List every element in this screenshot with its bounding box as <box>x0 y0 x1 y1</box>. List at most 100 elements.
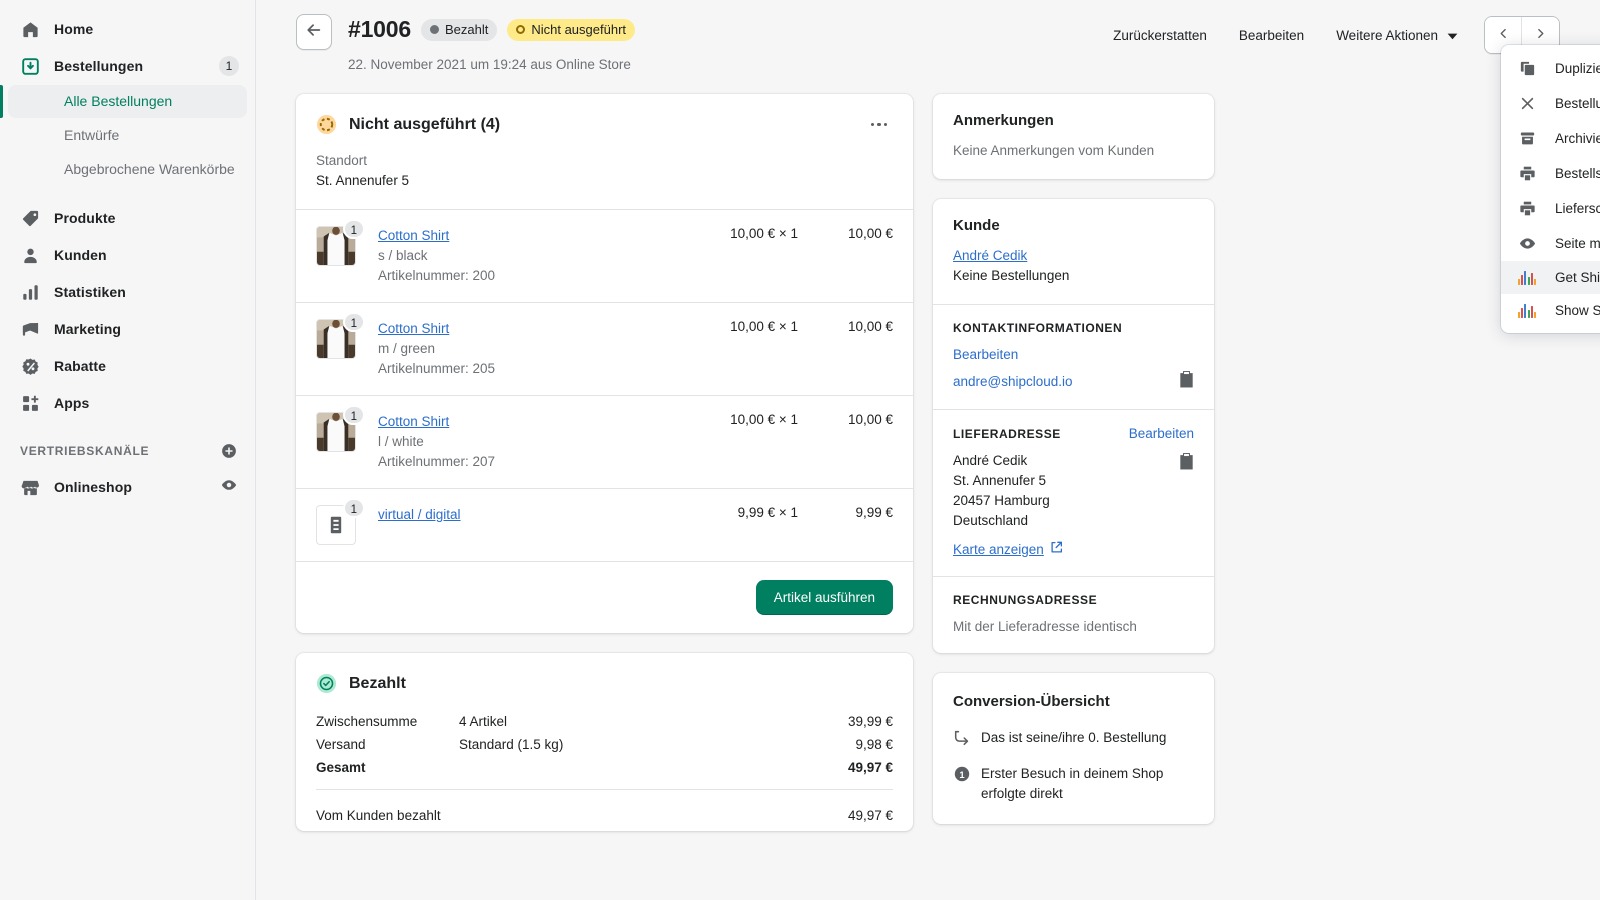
line-item-info: virtual / digital <box>378 505 668 524</box>
line-total: 10,00 € <box>798 319 893 334</box>
number-one-icon: 1 <box>953 765 971 788</box>
status-badge-label: Nicht ausgeführt <box>531 22 626 37</box>
more-actions-menu: Duplizieren Bestellung stornieren Archiv… <box>1501 45 1600 333</box>
show-map-link[interactable]: Karte anzeigen <box>953 540 1044 560</box>
address-line: 20457 Hamburg <box>953 491 1194 511</box>
header-actions: Zurückerstatten Bearbeiten Weitere Aktio… <box>1097 14 1560 54</box>
map-link-row[interactable]: Karte anzeigen <box>953 540 1194 560</box>
variant-label: m / green <box>378 339 668 359</box>
conversion-row: 1 Erster Besuch in deinem Shop erfolgte … <box>953 764 1194 804</box>
sidebar-item-entwuerfe[interactable]: Entwürfe <box>8 119 247 152</box>
sidebar-subitem-label: Alle Bestellungen <box>64 92 172 111</box>
apps-icon <box>20 393 40 413</box>
location-block: Standort St. Annenufer 5 <box>296 135 913 191</box>
sidebar-item-alle-bestellungen[interactable]: Alle Bestellungen <box>8 85 247 118</box>
menu-item-get-shipping-label[interactable]: Get Shipping Label <box>1501 261 1600 294</box>
quantity-badge: 1 <box>343 498 365 518</box>
sidebar-item-home[interactable]: Home <box>8 11 247 47</box>
edit-button[interactable]: Bearbeiten <box>1223 20 1320 51</box>
status-dot <box>516 25 525 34</box>
menu-item-label: Show Shipping Label <box>1555 303 1600 318</box>
product-link[interactable]: Cotton Shirt <box>378 412 449 431</box>
contact-edit-link[interactable]: Bearbeiten <box>953 345 1018 365</box>
menu-item-lieferscheine-drucken[interactable]: Lieferscheine drucken <box>1501 191 1600 226</box>
sidebar-item-abgebrochene-warenkoerbe[interactable]: Abgebrochene Warenkörbe <box>8 153 247 186</box>
copy-icon[interactable] <box>1179 371 1194 393</box>
customer-email-link[interactable]: andre@shipcloud.io <box>953 372 1073 392</box>
menu-item-archivieren[interactable]: Archivieren <box>1501 121 1600 156</box>
shipcloud-icon <box>1517 303 1537 318</box>
summary-row: Zwischensumme 4 Artikel 39,99 € <box>316 714 893 729</box>
more-actions-button[interactable]: Weitere Aktionen <box>1320 20 1474 51</box>
fulfill-items-button[interactable]: Artikel ausführen <box>756 580 893 615</box>
summary-amount: 9,98 € <box>773 737 893 752</box>
content-wrapper: #1006 Bezahlt Nicht ausgeführt 22. Novem… <box>296 0 1560 851</box>
sidebar-item-apps[interactable]: Apps <box>8 385 247 421</box>
sidebar-item-marketing[interactable]: Marketing <box>8 311 247 347</box>
menu-item-label: Lieferscheine drucken <box>1555 201 1600 216</box>
customer-card: Kunde André Cedik Keine Bestellungen KON… <box>933 199 1214 653</box>
sidebar-item-kunden[interactable]: Kunden <box>8 237 247 273</box>
product-link[interactable]: Cotton Shirt <box>378 226 449 245</box>
print-icon <box>1517 165 1537 182</box>
customer-name-link[interactable]: André Cedik <box>953 246 1027 266</box>
summary-detail: Standard (1.5 kg) <box>459 737 773 752</box>
sidebar-item-produkte[interactable]: Produkte <box>8 200 247 236</box>
refund-button[interactable]: Zurückerstatten <box>1097 20 1223 51</box>
more-actions-label: Weitere Aktionen <box>1336 28 1438 43</box>
return-arrow-icon <box>953 729 971 752</box>
conversion-row: Das ist seine/ihre 0. Bestellung <box>953 728 1194 752</box>
sidebar-item-label: Statistiken <box>54 284 126 300</box>
menu-item-label: Get Shipping Label <box>1555 270 1600 285</box>
divider <box>316 789 893 790</box>
menu-item-label: Bestellseite drucken <box>1555 166 1600 181</box>
tag-icon <box>20 208 40 228</box>
shipping-edit-link[interactable]: Bearbeiten <box>1129 426 1194 441</box>
bar-chart-icon <box>20 282 40 302</box>
customer-body: André Cedik Keine Bestellungen <box>933 234 1214 304</box>
summary-amount: 49,97 € <box>773 760 893 775</box>
line-item: 1 Cotton Shirt l / white Artikelnummer: … <box>296 395 913 488</box>
product-link[interactable]: Cotton Shirt <box>378 319 449 338</box>
sidebar-item-bestellungen[interactable]: Bestellungen 1 <box>8 48 247 84</box>
sidebar-item-statistiken[interactable]: Statistiken <box>8 274 247 310</box>
menu-item-duplizieren[interactable]: Duplizieren <box>1501 51 1600 86</box>
billing-text: Mit der Lieferadresse identisch <box>953 617 1194 637</box>
email-row: andre@shipcloud.io <box>953 371 1194 393</box>
sidebar-item-label: Apps <box>54 395 89 411</box>
menu-item-bestellung-stornieren[interactable]: Bestellung stornieren <box>1501 86 1600 121</box>
sidebar-item-onlineshop[interactable]: Onlineshop <box>8 469 247 505</box>
sidebar-subitem-label: Entwürfe <box>64 126 119 145</box>
product-link[interactable]: virtual / digital <box>378 505 461 524</box>
order-date-source: 22. November 2021 um 19:24 aus Online St… <box>348 57 635 72</box>
conversion-text: Erster Besuch in deinem Shop erfolgte di… <box>981 764 1194 804</box>
paid-card-header: Bezahlt <box>296 653 913 694</box>
sidebar-section-vertriebskanaele: VERTRIEBSKANÄLE <box>8 434 247 468</box>
page-title: #1006 <box>348 16 411 43</box>
menu-item-show-shipping-label[interactable]: Show Shipping Label <box>1501 294 1600 327</box>
plus-circle-icon[interactable] <box>221 443 237 459</box>
sidebar-item-rabatte[interactable]: Rabatte <box>8 348 247 384</box>
back-button[interactable] <box>296 14 332 50</box>
shipcloud-logo <box>1518 270 1536 285</box>
copy-icon[interactable] <box>1179 453 1194 475</box>
notes-card: Anmerkungen Keine Anmerkungen vom Kunden <box>933 94 1214 179</box>
menu-item-bestellseite-drucken[interactable]: Bestellseite drucken <box>1501 156 1600 191</box>
thumbnail-wrapper: 1 <box>316 505 356 545</box>
title-row: #1006 Bezahlt Nicht ausgeführt <box>348 16 635 43</box>
status-badge-paid: Bezahlt <box>421 19 497 41</box>
variant-label: s / black <box>378 246 668 266</box>
customer-title: Kunde <box>953 217 1000 234</box>
more-horizontal-icon[interactable] <box>865 117 894 133</box>
shopify-admin-order-page: Home Bestellungen 1 Alle Bestellungen En… <box>0 0 1600 900</box>
conversion-body: Das ist seine/ihre 0. Bestellung 1 Erste… <box>933 710 1214 824</box>
arrow-left-icon <box>305 21 323 44</box>
billing-heading-row: RECHNUNGSADRESSE <box>953 593 1194 607</box>
address-line: St. Annenufer 5 <box>953 471 1194 491</box>
address-line: Deutschland <box>953 511 1194 531</box>
line-total: 10,00 € <box>798 226 893 241</box>
eye-icon[interactable] <box>219 477 239 497</box>
line-total: 10,00 € <box>798 412 893 427</box>
shipcloud-icon <box>1517 270 1537 285</box>
menu-item-bestellstatus-anzeigen[interactable]: Seite mit dem Bestellstatus anzeigen <box>1501 226 1600 261</box>
